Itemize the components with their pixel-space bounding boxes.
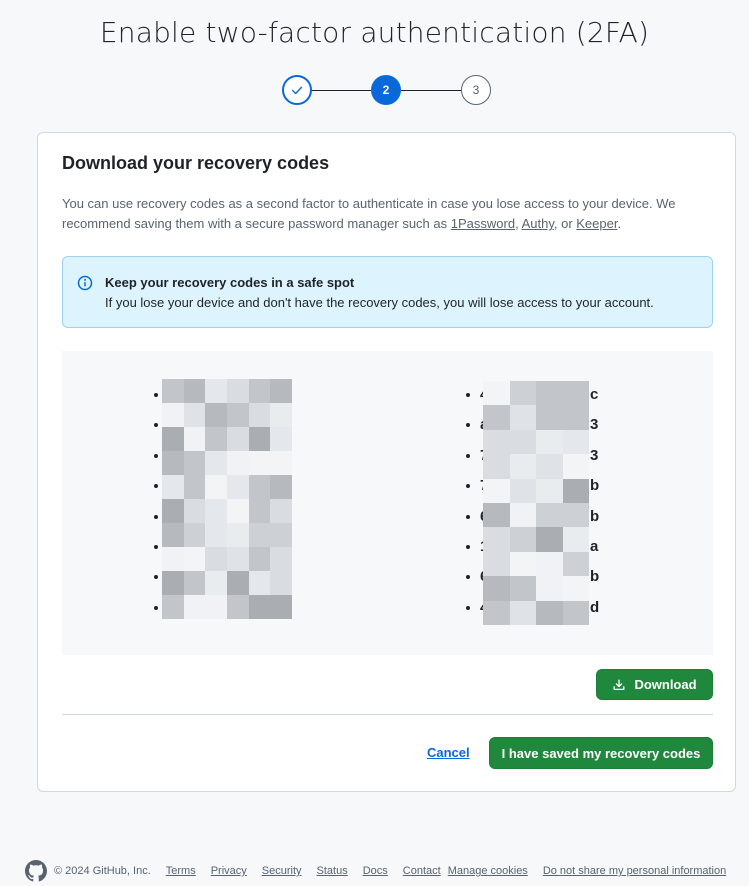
site-footer: © 2024 GitHub, Inc. Terms Privacy Securi…: [25, 860, 745, 882]
download-label: Download: [634, 677, 697, 692]
step-connector: [401, 90, 461, 91]
footer-link-security[interactable]: Security: [262, 865, 302, 877]
link-keeper[interactable]: Keeper: [576, 216, 617, 231]
step-2-current: 2: [371, 75, 401, 105]
footer-link-docs[interactable]: Docs: [363, 865, 388, 877]
saved-codes-button[interactable]: I have saved my recovery codes: [489, 737, 713, 769]
flash-body: If you lose your device and don't have t…: [105, 295, 654, 310]
redaction-pixelation: [483, 381, 589, 625]
download-icon: [613, 679, 625, 690]
copyright: © 2024 GitHub, Inc.: [54, 865, 151, 877]
github-mark-icon[interactable]: [25, 860, 47, 882]
page-title: Enable two-factor authentication (2FA): [99, 16, 650, 49]
recovery-codes-card: Download your recovery codes You can use…: [37, 132, 736, 792]
divider: [62, 714, 713, 715]
period: .: [617, 216, 622, 231]
footer-link-privacy[interactable]: Privacy: [211, 865, 247, 877]
footer-link-contact[interactable]: Contact: [403, 865, 441, 877]
footer-link-terms[interactable]: Terms: [166, 865, 196, 877]
step-3-upcoming: 3: [461, 75, 491, 105]
separator: , or: [553, 216, 577, 231]
check-icon: [291, 86, 303, 95]
card-title: Download your recovery codes: [62, 153, 330, 173]
flash-title: Keep your recovery codes in a safe spot: [105, 275, 355, 290]
footer-link-do-not-share[interactable]: Do not share my personal information: [543, 865, 726, 877]
recovery-codes-list: 4c a3 73 7b 6b 1a 6b 4d: [62, 351, 713, 655]
redaction-pixelation: [162, 379, 292, 619]
info-icon: [77, 275, 93, 291]
cancel-button[interactable]: Cancel: [427, 745, 470, 760]
progress-stepper: 2 3: [282, 75, 492, 107]
link-1password[interactable]: 1Password: [451, 216, 515, 231]
info-flash: Keep your recovery codes in a safe spot …: [62, 256, 713, 328]
footer-link-status[interactable]: Status: [317, 865, 348, 877]
footer-link-manage-cookies[interactable]: Manage cookies: [448, 865, 528, 877]
download-button[interactable]: Download: [596, 669, 713, 700]
step-1-complete: [282, 75, 312, 105]
link-authy[interactable]: Authy: [522, 216, 554, 231]
step-connector: [312, 90, 371, 91]
intro-paragraph: You can use recovery codes as a second f…: [62, 194, 702, 234]
